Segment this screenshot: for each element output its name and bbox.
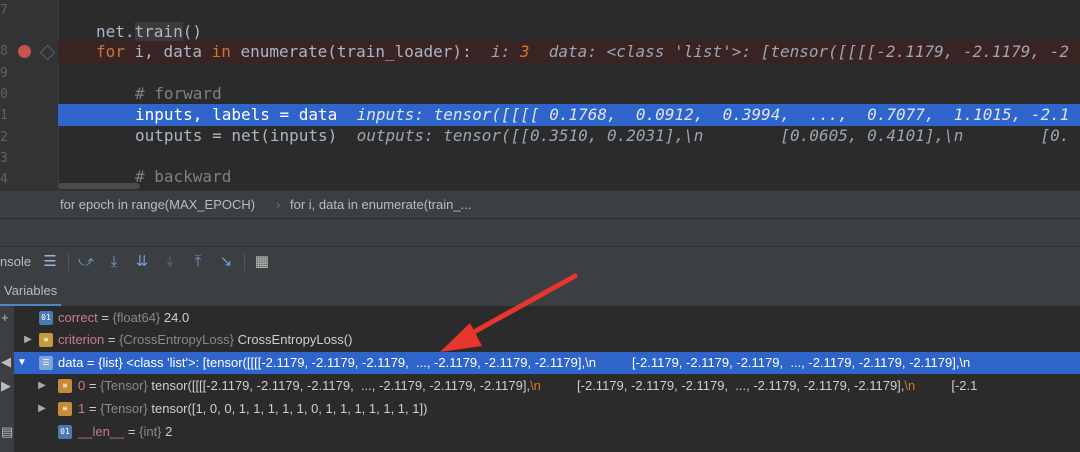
menu-icon[interactable]: ☰ (40, 252, 60, 272)
evaluate-expression-icon[interactable]: ▦ (252, 252, 272, 272)
list-type-icon: ☰ (39, 356, 53, 370)
current-execution-line[interactable]: inputs, labels = data inputs: tensor([[[… (58, 104, 1080, 126)
line-number: 2 (0, 130, 8, 145)
code-line[interactable]: # backward (58, 166, 1080, 188)
variables-side-toolbar: + ◀ ▶ ▤ (0, 306, 14, 452)
variable-row[interactable]: ▶ ≡ criterion = {CrossEntropyLoss} Cross… (14, 329, 1080, 351)
variable-row[interactable]: 01 __len__ = {int} 2 (14, 421, 1080, 443)
line-number: 7 (0, 3, 8, 18)
breadcrumb-item[interactable]: for epoch in range(MAX_EPOCH) (60, 191, 255, 219)
number-type-icon: 01 (58, 425, 72, 439)
variables-header: Variables (0, 276, 1080, 306)
inline-value-hint: outputs: tensor([[0.3510, 0.2031],\n [0.… (356, 126, 1070, 145)
variable-row[interactable]: 01 correct = {float64} 24.0 (14, 307, 1080, 329)
breakpoint-icon[interactable] (18, 45, 31, 58)
expand-arrow-icon[interactable]: ▶ (36, 398, 48, 420)
force-step-into-icon[interactable]: ⤓ (160, 252, 180, 272)
code-line[interactable]: net.train() (58, 21, 1080, 43)
chevron-right-icon: › (276, 197, 281, 212)
collapse-arrow-icon[interactable]: ▼ (16, 352, 28, 374)
fold-marker-icon[interactable] (39, 44, 56, 61)
inline-value-hint: i: 3 data: <class 'list'>: [tensor([[[[-… (490, 42, 1069, 61)
expand-arrow-icon[interactable]: ▶ (22, 329, 34, 351)
expand-right-icon[interactable]: ▶ (1, 378, 11, 394)
line-number: 4 (0, 172, 8, 187)
code-line[interactable]: # forward (58, 83, 1080, 105)
breadcrumb: for epoch in range(MAX_EPOCH) › for i, d… (0, 190, 1080, 219)
variables-tree[interactable]: + ◀ ▶ ▤ 01 correct = {float64} 24.0 ▶ ≡ … (0, 306, 1080, 452)
step-into-my-code-icon[interactable]: ⇊ (132, 252, 152, 272)
editor-gutter[interactable]: 7 8 9 0 1 2 3 4 (0, 0, 59, 190)
add-watch-icon[interactable]: + (1, 310, 9, 325)
code-line[interactable]: outputs = net(inputs) outputs: tensor([[… (58, 125, 1080, 147)
collapse-left-icon[interactable]: ◀ (1, 354, 11, 370)
expand-arrow-icon[interactable]: ▶ (36, 375, 48, 397)
tensor-type-icon: ≡ (58, 402, 72, 416)
variable-row-selected[interactable]: ▼ ☰ data = {list} <class 'list'>: [tenso… (14, 352, 1080, 374)
toolbar-divider (244, 253, 245, 271)
show-execution-point-icon[interactable]: ⤻ (76, 252, 96, 272)
line-number: 9 (0, 66, 8, 81)
variable-row[interactable]: ▶ ≡ 0 = {Tensor} tensor([[[[-2.1179, -2.… (14, 375, 1080, 397)
object-type-icon: ≡ (39, 333, 53, 347)
line-number: 3 (0, 151, 8, 166)
breadcrumb-item[interactable]: for i, data in enumerate(train_... (290, 191, 471, 219)
run-to-cursor-icon[interactable]: ↘ (216, 252, 236, 272)
step-into-icon[interactable]: ⤓ (104, 252, 124, 272)
line-number: 1 (0, 108, 8, 123)
step-out-icon[interactable]: ⤒ (188, 252, 208, 272)
code-editor[interactable]: 7 8 9 0 1 2 3 4 net.train() for i, data … (0, 0, 1080, 190)
tensor-type-icon: ≡ (58, 379, 72, 393)
layout-icon[interactable]: ▤ (1, 424, 13, 440)
line-number: 8 (0, 44, 8, 59)
horizontal-scrollbar[interactable] (58, 183, 140, 189)
number-type-icon: 01 (39, 311, 53, 325)
debug-panel-header (0, 218, 1080, 247)
inline-value-hint: inputs: tensor([[[[ 0.1768, 0.0912, 0.39… (356, 105, 1070, 124)
line-number: 0 (0, 87, 8, 102)
variable-row[interactable]: ▶ ≡ 1 = {Tensor} tensor([1, 0, 0, 1, 1, … (14, 398, 1080, 420)
tab-variables[interactable]: Variables (0, 276, 62, 306)
toolbar-divider (68, 253, 69, 271)
console-tab[interactable]: nsole (0, 247, 31, 277)
debug-toolbar: nsole ☰ ⤻ ⤓ ⇊ ⤓ ⤒ ↘ ▦ (0, 246, 1080, 278)
breakpoint-line[interactable]: for i, data in enumerate(train_loader): … (58, 41, 1080, 63)
